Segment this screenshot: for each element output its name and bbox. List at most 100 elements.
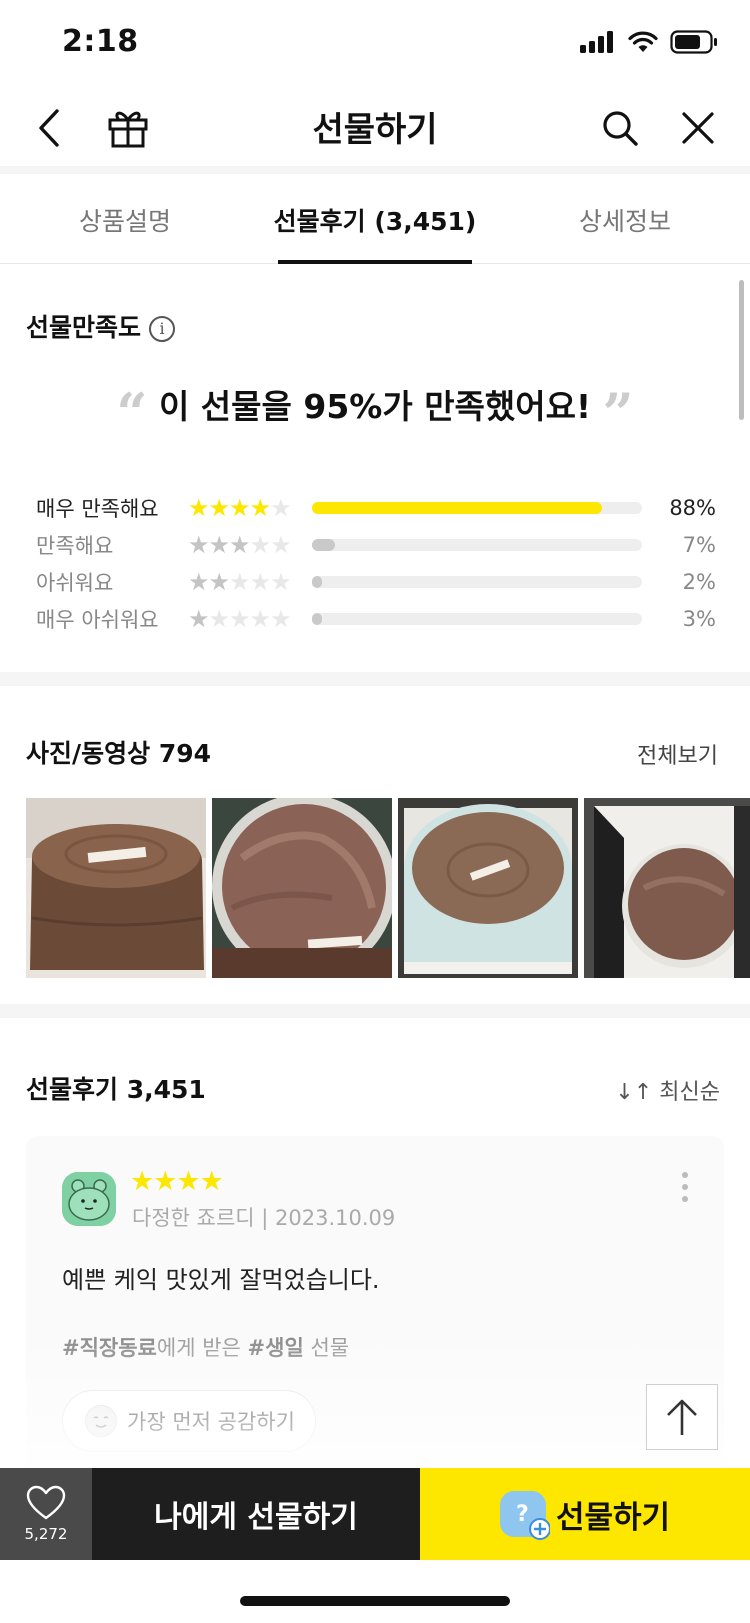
star-icon: ★ [249,605,271,633]
review-meta: 다정한 죠르디 | 2023.10.09 [132,1206,396,1230]
star-icon: ★ [249,494,271,522]
rating-bar-fill [312,613,322,625]
empathy-label: 가장 먼저 공감하기 [127,1410,295,1434]
star-icon: ★ [270,531,291,559]
star-icon: ★ [249,531,271,559]
star-icon: ★ [188,531,209,559]
review-rating-stars: ★★★★ [130,1166,224,1197]
star-icon: ★ [188,568,209,596]
star-icon: ★ [188,494,209,522]
satisfaction-title: 선물만족도 [26,313,142,342]
cake-photo-1 [26,798,206,978]
cake-photo-2 [212,798,392,978]
avatar[interactable] [62,1172,116,1226]
satisfaction-section-title: 선물만족도 i [26,308,176,344]
search-icon [603,111,638,146]
see-all-link[interactable]: 전체보기 [637,738,718,770]
occasion-tag[interactable]: #생일 [248,1336,304,1360]
review-photo[interactable] [26,798,206,978]
rating-label: 매우 만족해요 [36,497,159,521]
satisfaction-headline: “ 이 선물을 95%가 만족했어요! ” [0,380,750,445]
friend-add-icon: ? [499,1491,550,1540]
tag-connector: 에게 받은 [156,1336,248,1360]
headline-prefix: 이 선물을 [158,387,304,426]
signal-icon [580,31,613,53]
close-button[interactable] [666,96,730,160]
more-options-icon[interactable] [682,1172,690,1202]
review-photo[interactable] [584,798,750,978]
review-text: 예쁜 케익 맛있게 잘먹었습니다. [62,1266,380,1294]
scroll-to-top-button[interactable] [646,1384,718,1450]
svg-text:?: ? [516,1502,529,1527]
rating-stars: ★ ★ ★ ★ ★ [188,568,300,596]
nav-bar: 선물하기 [0,88,750,168]
photo-strip [26,798,750,978]
headline-highlight-wrap: 95%가 만족했어요! [303,380,591,428]
tab-bar: 상품설명 선물후기 (3,451) 상세정보 [0,174,750,264]
sort-arrows-icon: ↓↑ [615,1080,653,1105]
tab-gift-reviews[interactable]: 선물후기 (3,451) [250,174,500,264]
rating-row: 만족해요 ★ ★ ★ ★ ★ 7% [36,529,716,561]
gift-to-me-button[interactable]: 나에게 선물하기 [92,1468,420,1560]
star-icon: ★ [188,605,209,633]
close-icon [682,112,714,144]
reviews-title: 선물후기 3,451 [26,1075,206,1104]
rating-bar-track [312,576,642,588]
rating-row: 아쉬워요 ★ ★ ★ ★ ★ 2% [36,566,716,598]
star-icon: ★ [270,494,291,522]
status-icons [580,30,718,54]
sort-button[interactable]: ↓↑ 최신순 [615,1074,720,1106]
status-time: 2:18 [62,24,139,59]
jordy-avatar-icon [62,1172,116,1226]
heart-icon [26,1485,66,1520]
rating-bar-track [312,502,642,514]
star-icon: ★ [270,605,291,633]
relation-tag[interactable]: #직장동료 [62,1336,157,1360]
rating-label: 만족해요 [36,534,114,558]
star-icon: ★ [208,568,230,596]
review-card: ★★★★ 다정한 죠르디 | 2023.10.09 예쁜 케익 맛있게 잘먹었습… [26,1136,724,1476]
tag-suffix: 선물 [303,1336,350,1360]
open-quote-icon: “ [116,381,148,445]
review-photo[interactable] [398,798,578,978]
rating-row: 매우 만족해요 ★ ★ ★ ★ ★ 88% [36,492,716,524]
star-icon: ★ [208,494,230,522]
empathy-button[interactable]: 가장 먼저 공감하기 [62,1390,316,1452]
search-button[interactable] [588,96,652,160]
star-icon: ★ [208,605,230,633]
rating-percent: 7% [682,533,716,557]
close-quote-icon: ” [602,381,634,445]
tab-product-description[interactable]: 상품설명 [0,174,250,263]
rating-bar-track [312,539,642,551]
home-indicator [240,1596,510,1606]
media-title: 사진/동영상 794 [26,739,212,768]
rating-stars: ★ ★ ★ ★ ★ [188,531,300,559]
star-icon: ★ [270,568,291,596]
tab-detail-info[interactable]: 상세정보 [500,174,750,263]
star-icon: ★ [249,568,271,596]
divider [0,166,750,174]
sort-label: 최신순 [659,1080,720,1105]
like-button[interactable]: 5,272 [0,1468,92,1560]
gift-button[interactable]: ? 선물하기 [420,1468,750,1560]
star-icon: ★ [229,494,250,522]
cake-photo-3 [398,798,578,978]
rating-label: 아쉬워요 [36,571,114,595]
divider [0,672,750,686]
wifi-icon [628,31,658,52]
rating-stars: ★ ★ ★ ★ ★ [188,605,300,633]
star-icon: ★ [229,568,250,596]
star-icon: ★ [208,531,230,559]
review-tags: #직장동료에게 받은 #생일 선물 [62,1332,349,1362]
gift-button-label: 선물하기 [555,1499,671,1536]
bottom-action-bar: 5,272 나에게 선물하기 ? 선물하기 [0,1468,750,1560]
review-photo[interactable] [212,798,392,978]
rating-percent: 3% [682,607,716,631]
rating-bar-track [312,613,642,625]
info-icon[interactable]: i [149,316,176,342]
divider [0,1004,750,1018]
rating-bar-fill [312,539,336,551]
arrow-up-icon [667,1399,697,1435]
battery-icon [670,30,717,54]
smile-icon [85,1405,117,1437]
